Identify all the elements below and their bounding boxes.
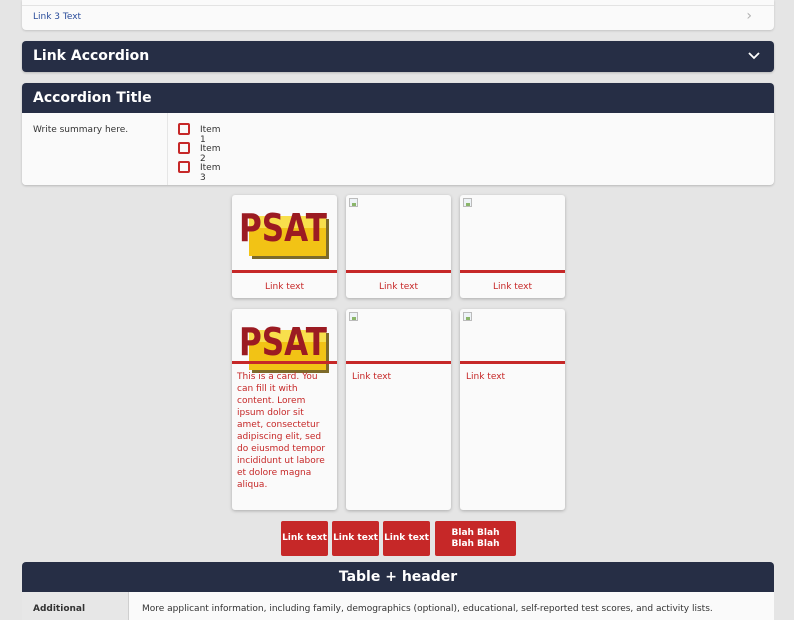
- card[interactable]: PSAT Link text: [232, 195, 337, 298]
- svg-text:PSAT: PSAT: [239, 320, 327, 364]
- card-link[interactable]: Link text: [352, 372, 391, 382]
- table-row-label: Additional: [33, 604, 86, 614]
- card[interactable]: Link text: [460, 309, 565, 510]
- table-row-value: More applicant information, including fa…: [142, 604, 713, 614]
- card-link[interactable]: Link text: [346, 282, 451, 292]
- checkbox-label: Item 3: [200, 163, 221, 183]
- chevron-right-icon: ›: [746, 8, 752, 24]
- card-link[interactable]: Link text: [460, 282, 565, 292]
- checkbox[interactable]: [178, 161, 190, 173]
- link-3-row[interactable]: Link 3 Text ›: [22, 0, 774, 30]
- accordion-summary-cell: Write summary here.: [22, 113, 168, 185]
- card-link[interactable]: Link text: [466, 372, 505, 382]
- link-button[interactable]: Link text: [332, 521, 379, 556]
- svg-text:PSAT: PSAT: [239, 206, 327, 250]
- card-divider: [346, 361, 451, 364]
- link-button[interactable]: Link text: [281, 521, 328, 556]
- card[interactable]: Link text: [460, 195, 565, 298]
- checkbox-label: Item 2: [200, 144, 221, 164]
- card-divider: [460, 361, 565, 364]
- card[interactable]: PSAT This is a card. You can fill it wit…: [232, 309, 337, 510]
- accordion-title: Accordion Title: [33, 90, 152, 106]
- table-header: Table + header: [22, 562, 774, 592]
- accordion-summary: Write summary here.: [33, 125, 129, 135]
- broken-image-icon: [349, 198, 358, 207]
- card[interactable]: Link text: [346, 195, 451, 298]
- card-divider: [460, 270, 565, 273]
- accordion-header[interactable]: Accordion Title: [22, 83, 774, 113]
- broken-image-icon: [463, 312, 472, 321]
- chevron-down-icon: [748, 52, 760, 60]
- broken-image-icon: [349, 312, 358, 321]
- card-divider: [346, 270, 451, 273]
- checkbox[interactable]: [178, 142, 190, 154]
- divider: [22, 5, 774, 6]
- psat-logo: PSAT: [239, 206, 329, 259]
- card-body: This is a card. You can fill it with con…: [237, 372, 326, 490]
- card-link[interactable]: Link text: [232, 282, 337, 292]
- psat-logo: PSAT: [239, 320, 329, 373]
- card-divider: [232, 270, 337, 273]
- link-3-text[interactable]: Link 3 Text: [33, 12, 81, 22]
- card[interactable]: Link text: [346, 309, 451, 510]
- table-row-label-cell: Additional: [22, 592, 129, 620]
- card-divider: [232, 361, 337, 364]
- link-accordion-title: Link Accordion: [33, 48, 150, 64]
- accordion: Accordion Title Write summary here. Item…: [22, 83, 774, 185]
- broken-image-icon: [463, 198, 472, 207]
- checkbox[interactable]: [178, 123, 190, 135]
- checkbox-label: Item 1: [200, 125, 221, 145]
- blah-button[interactable]: Blah Blah Blah Blah: [435, 521, 516, 556]
- link-accordion-header[interactable]: Link Accordion: [22, 41, 774, 72]
- link-button[interactable]: Link text: [383, 521, 430, 556]
- table-row: Additional More applicant information, i…: [22, 592, 774, 620]
